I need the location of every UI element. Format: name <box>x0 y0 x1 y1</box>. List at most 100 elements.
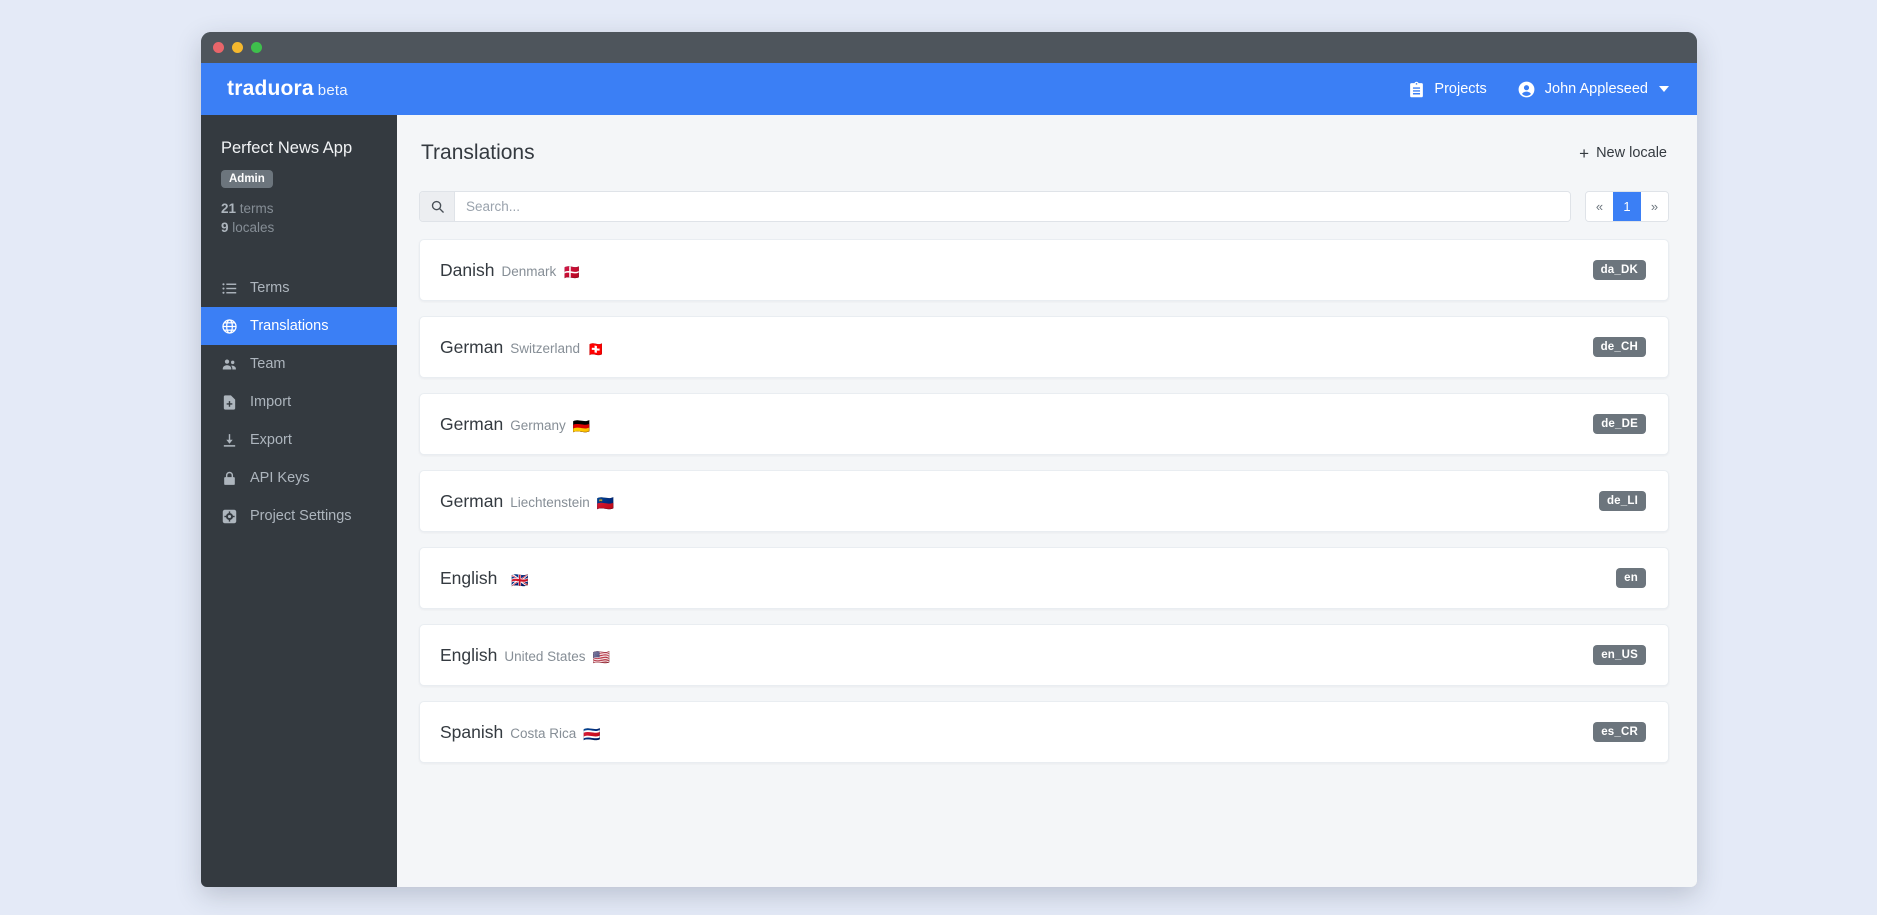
locale-card[interactable]: German Germany 🇩🇪 de_DE <box>419 393 1669 455</box>
sidebar-item-import[interactable]: Import <box>201 383 397 421</box>
locale-language: Danish <box>440 259 495 280</box>
pagination-first-button[interactable]: « <box>1586 192 1613 221</box>
search-box[interactable] <box>419 191 1571 222</box>
lock-icon <box>221 470 238 487</box>
page-title: Translations <box>421 141 535 164</box>
list-icon <box>221 280 238 297</box>
close-window-button[interactable] <box>213 42 224 53</box>
locale-card[interactable]: German Liechtenstein 🇱🇮 de_LI <box>419 470 1669 532</box>
locale-info: English United States 🇺🇸 <box>440 645 610 666</box>
locale-info: German Switzerland 🇨🇭 <box>440 337 604 358</box>
flag-icon: 🇨🇷 <box>583 725 601 742</box>
plus-icon: + <box>1579 143 1590 163</box>
content-header: Translations + New locale <box>419 141 1669 165</box>
app-body: Perfect News App Admin 21 terms 9 locale… <box>201 115 1697 887</box>
user-menu[interactable]: John Appleseed <box>1517 80 1669 99</box>
new-locale-label: New locale <box>1596 145 1667 161</box>
top-nav-right-group: Projects John Appleseed <box>1408 80 1669 99</box>
pagination: « 1 » <box>1585 191 1669 222</box>
locales-label: locales <box>232 220 275 235</box>
locale-info: German Liechtenstein 🇱🇮 <box>440 491 614 512</box>
sidebar-item-label: Translations <box>250 318 329 334</box>
locale-language: German <box>440 490 504 511</box>
locale-region: Costa Rica <box>510 725 577 741</box>
sidebar-item-translations[interactable]: Translations <box>201 307 397 345</box>
app-viewport: traduora beta Projects John Appleseed Pe… <box>201 63 1697 887</box>
sidebar-item-export[interactable]: Export <box>201 421 397 459</box>
chevron-down-icon <box>1659 86 1669 92</box>
locale-card[interactable]: Spanish Costa Rica 🇨🇷 es_CR <box>419 701 1669 763</box>
role-badge: Admin <box>221 170 273 188</box>
locale-info: English 🇬🇧 <box>440 568 529 589</box>
locale-language: German <box>440 413 504 434</box>
sidebar-item-label: Team <box>250 356 286 372</box>
sidebar-item-label: Terms <box>250 280 290 296</box>
top-navigation-bar: traduora beta Projects John Appleseed <box>201 63 1697 115</box>
terms-count: 21 <box>221 201 237 216</box>
flag-icon: 🇬🇧 <box>511 571 529 588</box>
search-input[interactable] <box>455 192 1570 221</box>
locale-code-badge: de_CH <box>1592 337 1646 357</box>
locale-card[interactable]: English United States 🇺🇸 en_US <box>419 624 1669 686</box>
flag-icon: 🇩🇰 <box>563 263 581 280</box>
clipboard-icon <box>1408 81 1425 98</box>
terms-stat: 21 terms <box>201 199 397 218</box>
locale-card[interactable]: English 🇬🇧 en <box>419 547 1669 609</box>
sidebar-item-label: Export <box>250 432 292 448</box>
globe-icon <box>221 318 238 335</box>
locale-card[interactable]: German Switzerland 🇨🇭 de_CH <box>419 316 1669 378</box>
locale-info: Danish Denmark 🇩🇰 <box>440 260 581 281</box>
app-logo[interactable]: traduora beta <box>227 77 348 101</box>
locale-code-badge: es_CR <box>1593 722 1646 742</box>
locale-language: German <box>440 336 504 357</box>
locale-card[interactable]: Danish Denmark 🇩🇰 da_DK <box>419 239 1669 301</box>
locale-language: Spanish <box>440 721 504 742</box>
people-icon <box>221 356 238 373</box>
sidebar-nav: Terms Translations Team Import Export AP… <box>201 269 397 535</box>
new-locale-button[interactable]: + New locale <box>1579 145 1667 162</box>
main-content: Translations + New locale Search... « 1 … <box>397 115 1697 887</box>
flag-icon: 🇩🇪 <box>572 417 591 434</box>
maximize-window-button[interactable] <box>251 42 262 53</box>
project-name: Perfect News App <box>221 139 353 157</box>
browser-window: traduora beta Projects John Appleseed Pe… <box>201 32 1697 887</box>
sidebar-item-api-keys[interactable]: API Keys <box>201 459 397 497</box>
sidebar-item-team[interactable]: Team <box>201 345 397 383</box>
locale-region: Denmark <box>501 263 557 279</box>
window-titlebar <box>201 32 1697 63</box>
search-toolbar: « 1 » <box>419 191 1669 222</box>
pagination-page-1[interactable]: 1 <box>1613 192 1641 221</box>
locale-info: German Germany 🇩🇪 <box>440 414 590 435</box>
flag-icon: 🇺🇸 <box>592 648 610 665</box>
sidebar-item-label: API Keys <box>250 470 310 486</box>
download-icon <box>221 432 238 449</box>
locales-count: 9 <box>221 220 229 235</box>
account-circle-icon <box>1517 80 1536 99</box>
locale-info: Spanish Costa Rica 🇨🇷 <box>440 722 601 743</box>
locale-region: United States <box>504 648 586 664</box>
locale-code-badge: en <box>1616 568 1646 588</box>
brand-beta-tag: beta <box>317 82 348 99</box>
sidebar: Perfect News App Admin 21 terms 9 locale… <box>201 115 397 887</box>
page-root: traduora beta Projects John Appleseed Pe… <box>0 0 1877 915</box>
pagination-last-button[interactable]: » <box>1641 192 1668 221</box>
terms-label: terms <box>239 201 274 216</box>
sidebar-item-terms[interactable]: Terms <box>201 269 397 307</box>
locale-region: Germany <box>510 417 566 433</box>
sidebar-item-label: Project Settings <box>250 508 352 524</box>
locale-code-badge: da_DK <box>1592 260 1646 280</box>
flag-icon: 🇨🇭 <box>587 340 605 357</box>
locale-region: Liechtenstein <box>510 494 590 510</box>
projects-nav-link[interactable]: Projects <box>1408 81 1487 98</box>
locale-code-badge: de_DE <box>1593 414 1646 434</box>
locale-code-badge: en_US <box>1593 645 1646 665</box>
locale-code-badge: de_LI <box>1598 491 1646 511</box>
minimize-window-button[interactable] <box>232 42 243 53</box>
user-name-label: John Appleseed <box>1544 81 1648 97</box>
file-import-icon <box>221 394 238 411</box>
sidebar-item-project-settings[interactable]: Project Settings <box>201 497 397 535</box>
search-icon <box>420 192 455 221</box>
locale-language: English <box>440 567 498 588</box>
projects-nav-label: Projects <box>1434 81 1487 97</box>
sidebar-item-label: Import <box>250 394 292 410</box>
